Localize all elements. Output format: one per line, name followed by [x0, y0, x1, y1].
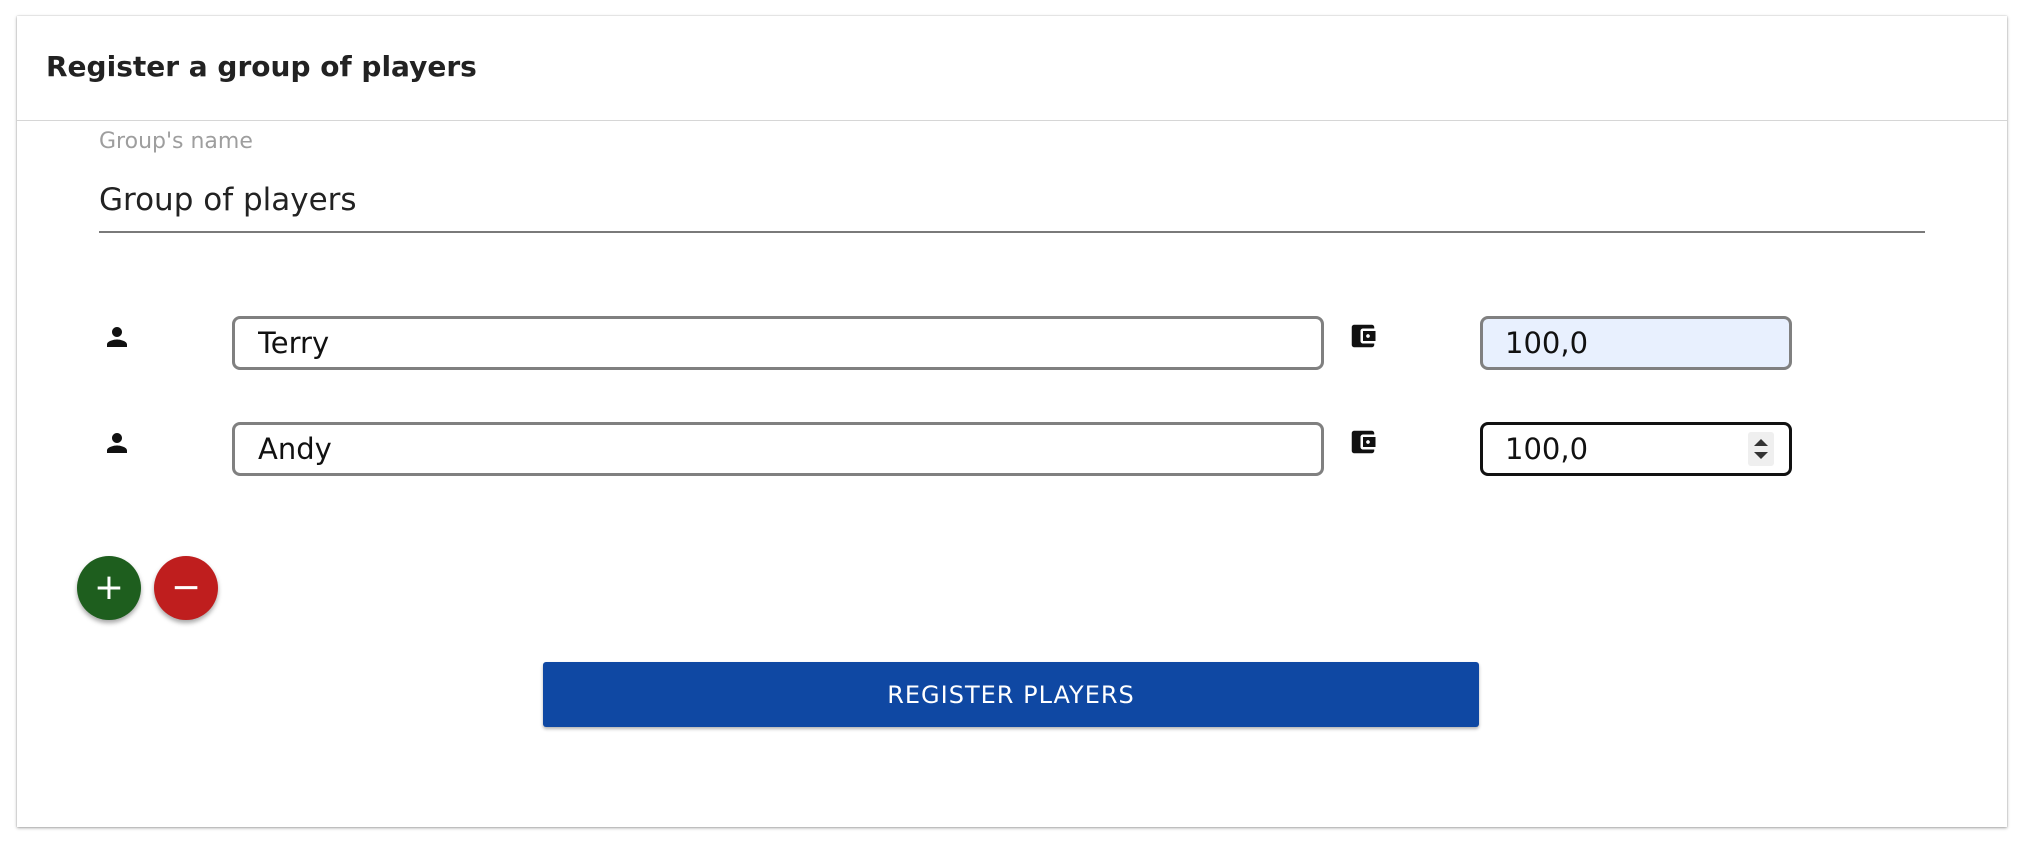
group-name-input[interactable]	[99, 176, 1925, 233]
register-players-button[interactable]: REGISTER PLAYERS	[543, 662, 1479, 727]
group-name-label: Group's name	[99, 129, 253, 154]
add-player-button[interactable]: +	[77, 556, 141, 620]
minus-icon: −	[170, 567, 202, 608]
number-spinner-icon[interactable]	[1748, 432, 1774, 466]
amount-field-wrapper	[1480, 422, 1792, 476]
register-card: Register a group of players Group's name	[17, 16, 2007, 827]
player-name-input[interactable]	[232, 316, 1324, 370]
wallet-icon	[1351, 430, 1376, 454]
remove-player-button[interactable]: −	[154, 556, 218, 620]
player-amount-input[interactable]	[1480, 316, 1792, 370]
player-name-input[interactable]	[232, 422, 1324, 476]
plus-icon: +	[93, 567, 125, 608]
player-row	[17, 316, 2007, 372]
wallet-icon	[1351, 324, 1376, 348]
page-title: Register a group of players	[46, 50, 477, 83]
player-amount-input[interactable]	[1480, 422, 1792, 476]
player-row	[17, 422, 2007, 478]
person-icon	[107, 327, 127, 347]
person-icon	[107, 433, 127, 453]
card-header: Register a group of players	[17, 16, 2007, 121]
amount-field-wrapper	[1480, 316, 1792, 370]
